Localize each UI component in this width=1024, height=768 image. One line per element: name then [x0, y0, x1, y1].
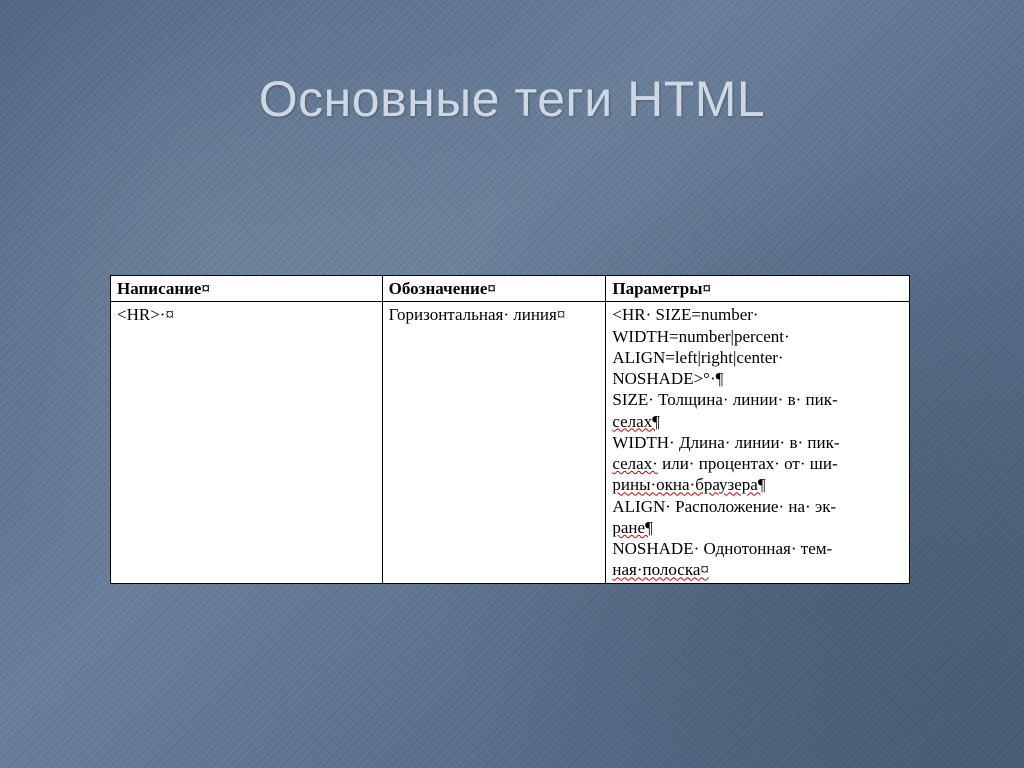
col-header-writing: Написание¤: [111, 276, 383, 302]
param-text: ALIGN·: [612, 497, 671, 516]
table-row: <HR>·¤ Горизонтальная· линия¤ <HR· SIZE=…: [111, 302, 910, 583]
param-text: селах¶: [612, 412, 660, 431]
param-line-width-desc2: селах· или· процентах· от· ши-: [612, 453, 903, 474]
param-text: на·: [788, 497, 810, 516]
param-text: рины·окна·браузера¶: [612, 475, 765, 494]
param-text: SIZE·: [612, 390, 654, 409]
param-text: Однотонная·: [704, 539, 797, 558]
param-text: линии·: [735, 433, 786, 452]
table-container: Написание¤ Обозначение¤ Параметры¤ <HR>·…: [110, 275, 910, 584]
param-text: в·: [788, 390, 802, 409]
param-text: или·: [662, 454, 694, 473]
param-line-width-desc: WIDTH· Длина· линии· в· пик-: [612, 432, 903, 453]
param-line-noshade-desc: NOSHADE· Однотонная· тем-: [612, 538, 903, 559]
param-line-noshade-desc2: ная·полоска¤: [612, 559, 903, 580]
param-text: в·: [789, 433, 803, 452]
param-text: пик-: [806, 390, 838, 409]
param-text: NOSHADE·: [612, 539, 699, 558]
param-text: эк-: [815, 497, 836, 516]
cell-params: <HR· SIZE=number· WIDTH=number|percent· …: [606, 302, 910, 583]
param-text: линии·: [733, 390, 784, 409]
param-text: Расположение·: [675, 497, 784, 516]
param-line-size-desc2: селах¶: [612, 411, 903, 432]
param-text: WIDTH·: [612, 433, 674, 452]
meaning-line1: Горизонтальная·: [389, 305, 509, 324]
col-header-params: Параметры¤: [606, 276, 910, 302]
param-line-align-desc: ALIGN· Расположение· на· эк-: [612, 496, 903, 517]
param-text: от·: [784, 454, 805, 473]
slide-title: Основные теги HTML: [0, 0, 1024, 128]
param-text: Длина·: [679, 433, 730, 452]
param-line-size-desc: SIZE· Толщина· линии· в· пик-: [612, 389, 903, 410]
param-text: ране¶: [612, 518, 652, 537]
param-text: селах·: [612, 454, 658, 473]
tags-table: Написание¤ Обозначение¤ Параметры¤ <HR>·…: [110, 275, 910, 584]
col-header-meaning: Обозначение¤: [382, 276, 606, 302]
cell-meaning: Горизонтальная· линия¤: [382, 302, 606, 583]
param-text: Толщина·: [658, 390, 728, 409]
param-text: ная·полоска¤: [612, 560, 709, 579]
param-line-noshade: NOSHADE>°·¶: [612, 368, 903, 389]
param-text: SIZE=number·: [656, 305, 759, 324]
param-line-align-desc2: ране¶: [612, 517, 903, 538]
param-text: ши-: [810, 454, 838, 473]
param-text: тем-: [801, 539, 832, 558]
param-text: процентах·: [699, 454, 780, 473]
cell-writing: <HR>·¤: [111, 302, 383, 583]
meaning-line2: линия¤: [513, 305, 565, 324]
param-line-width: WIDTH=number|percent·: [612, 326, 903, 347]
param-text: <HR·: [612, 305, 651, 324]
param-text: пик-: [807, 433, 839, 452]
slide: Основные теги HTML Написание¤ Обозначени…: [0, 0, 1024, 768]
table-header-row: Написание¤ Обозначение¤ Параметры¤: [111, 276, 910, 302]
param-line-hr: <HR· SIZE=number·: [612, 304, 903, 325]
param-line-align: ALIGN=left|right|center·: [612, 347, 903, 368]
param-line-width-desc3: рины·окна·браузера¶: [612, 474, 903, 495]
